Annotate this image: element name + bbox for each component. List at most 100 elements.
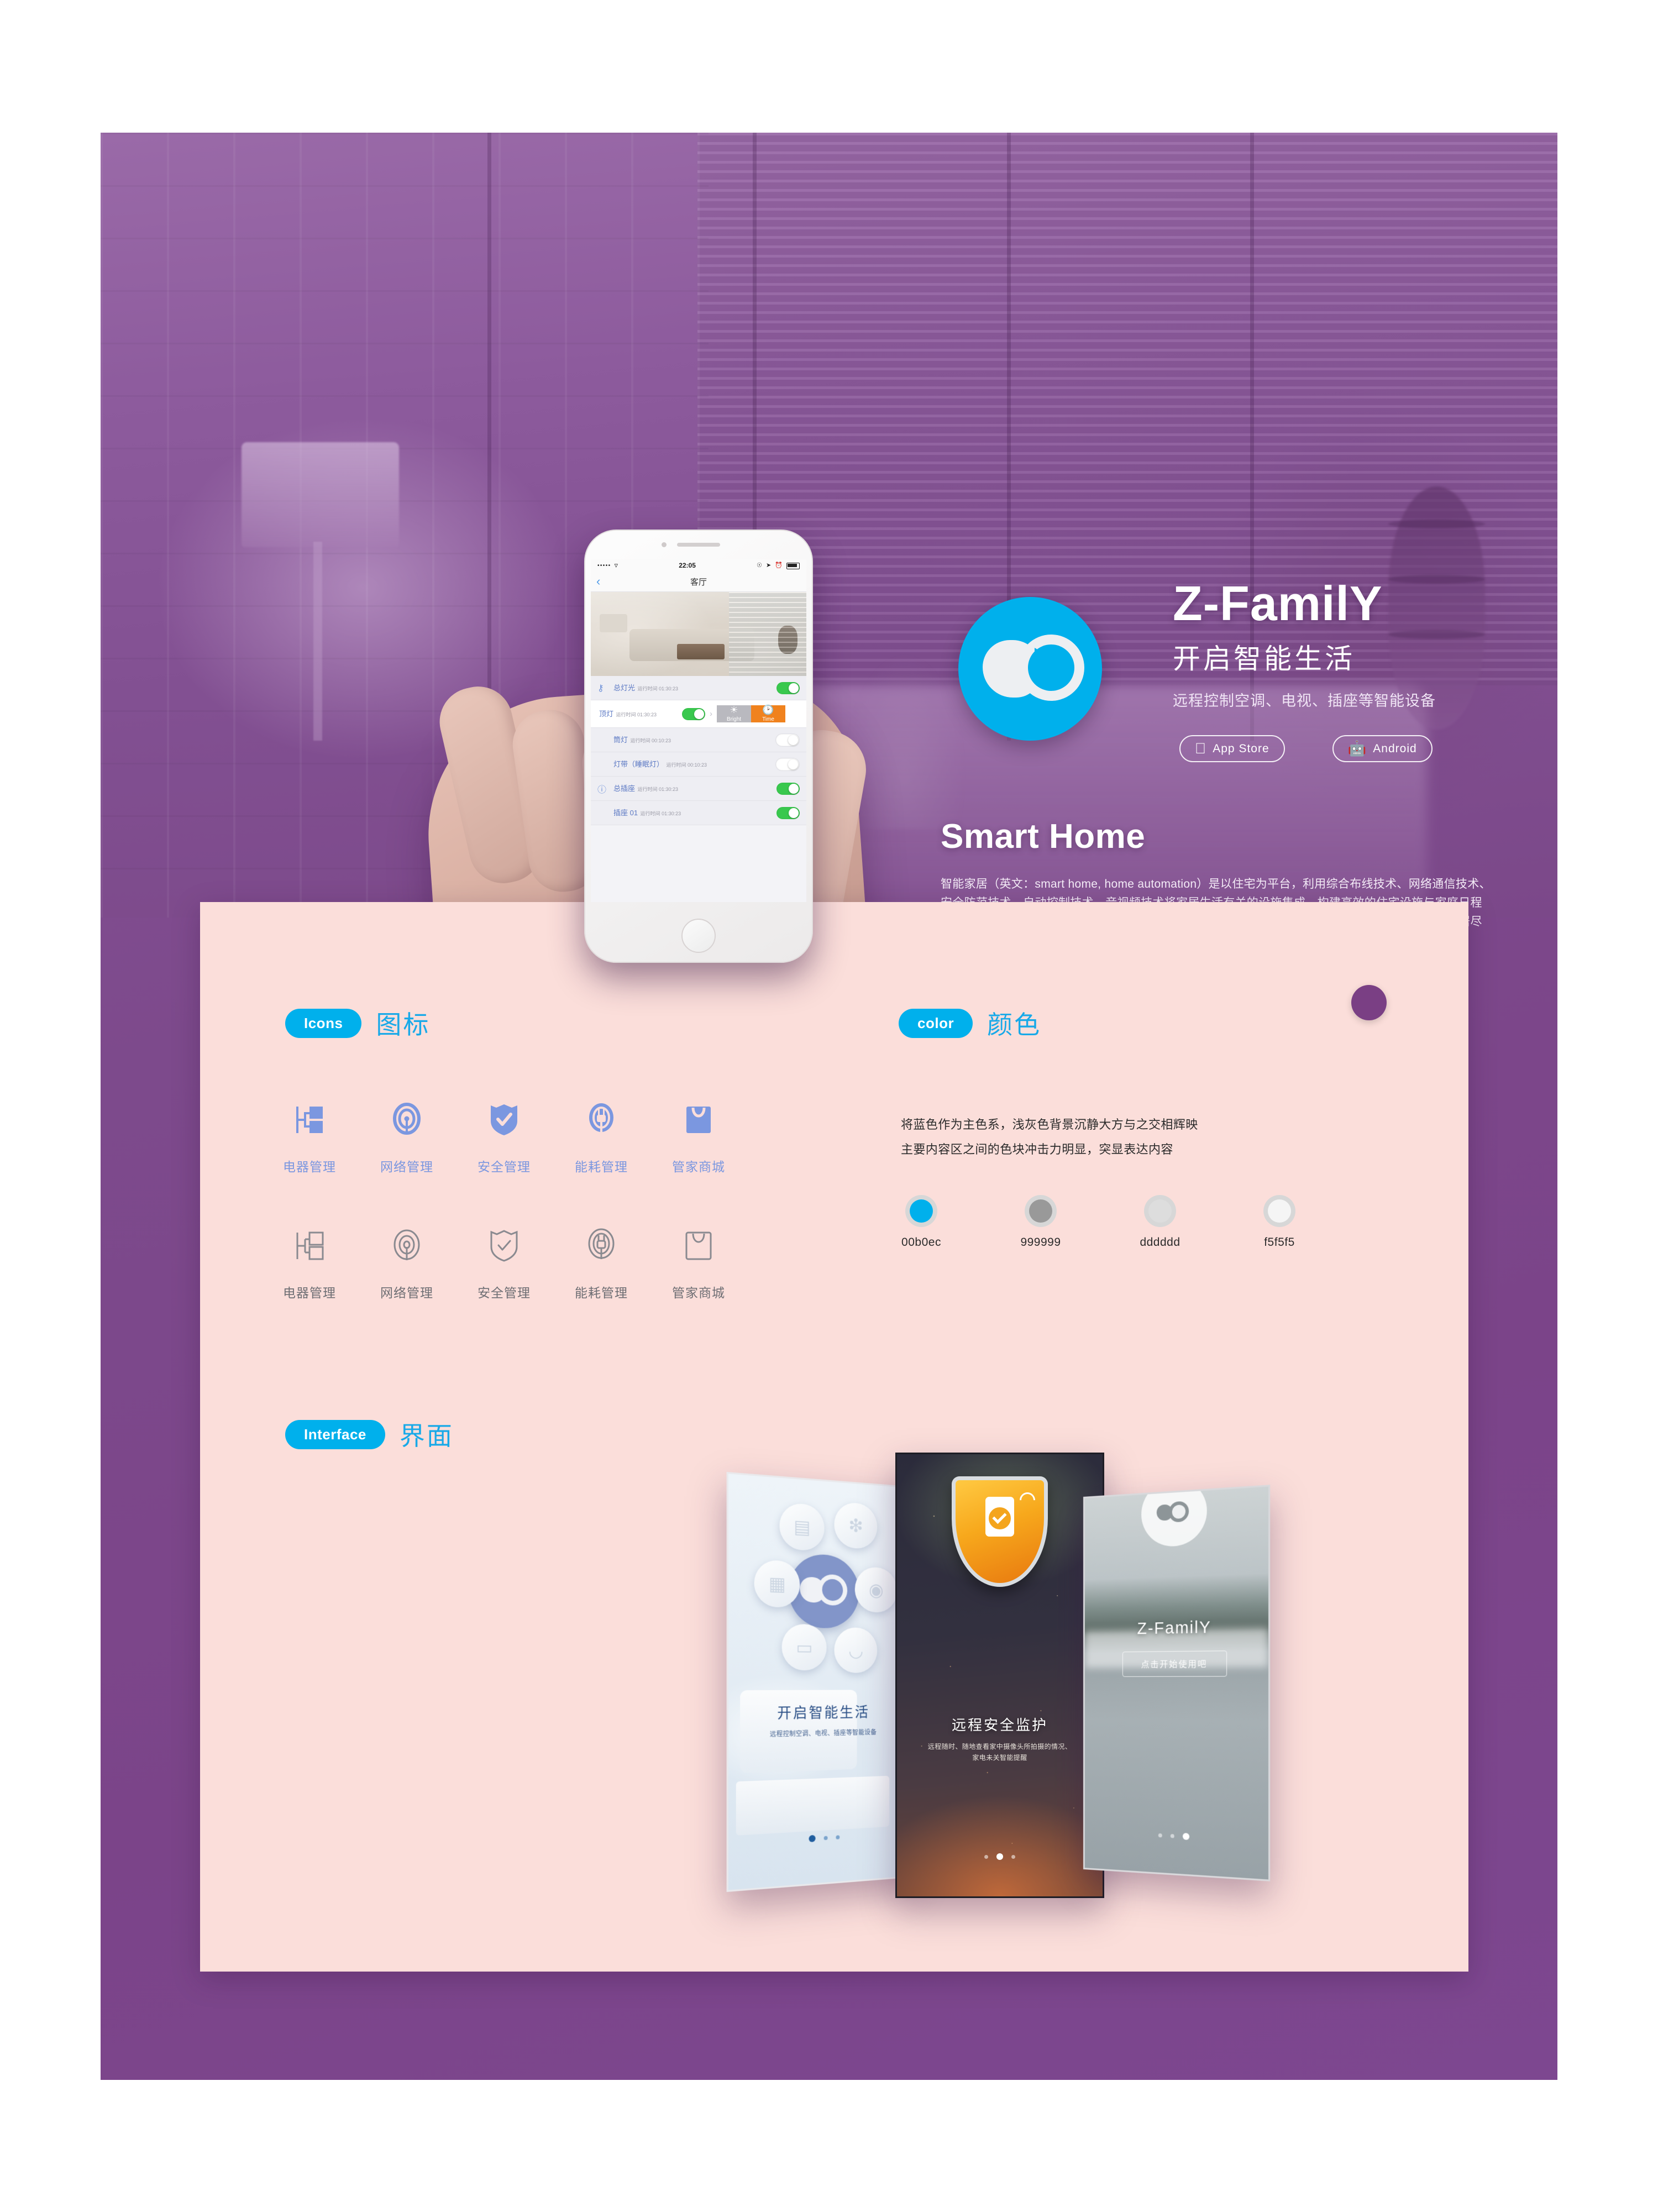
- logo-icon: [1156, 1500, 1191, 1526]
- swatch[interactable]: 999999: [1018, 1195, 1063, 1249]
- appliance-tree-icon: [261, 1094, 358, 1145]
- icon-cell-shop[interactable]: 管家商城: [650, 1094, 747, 1175]
- mockup-screen-right[interactable]: Z-FamilY 点击开始使用吧: [1083, 1485, 1271, 1881]
- brand-name: Z-FamilY: [1173, 576, 1383, 631]
- icons-cn-heading: 图标: [376, 1010, 431, 1039]
- floor-lamp-stem: [313, 542, 322, 741]
- center-caption: 远程安全监护 远程随时、随地查看家中摄像头所拍摄的情况、 家电未关智能提醒: [897, 1714, 1103, 1764]
- icon-label: 能耗管理: [575, 1160, 628, 1174]
- device-runtime: 运行时间 01:30:23: [637, 786, 679, 792]
- mockup-screen-left[interactable]: ▤ ❇ ▦ ◉ ▭ ◡ 开启智能生活 远程控制空调、电视、插座等智能设备: [726, 1471, 915, 1893]
- icon-label: 电器管理: [283, 1160, 336, 1174]
- page-dot-active[interactable]: [1182, 1833, 1190, 1841]
- phone-speaker: [677, 543, 720, 547]
- bright-action-button[interactable]: ☀ Bright: [717, 705, 751, 722]
- shield-check-icon: [455, 1094, 553, 1145]
- page-dot[interactable]: [984, 1854, 988, 1859]
- page-dot-active[interactable]: [996, 1853, 1003, 1860]
- swatch-color: [1029, 1199, 1052, 1223]
- swatch-color: [910, 1199, 933, 1223]
- color-desc-line1: 将蓝色作为主色系，浅灰色背景沉静大方与之交相辉映: [901, 1118, 1198, 1131]
- swatch-ring: [1144, 1195, 1176, 1227]
- icon-cell-network-outline[interactable]: 网络管理: [358, 1220, 455, 1301]
- device-name: 总灯光: [613, 683, 636, 692]
- left-caption: 开启智能生活 远程控制空调、电视、插座等智能设备: [728, 1701, 914, 1739]
- android-icon: 🤖: [1336, 740, 1367, 757]
- sun-icon: ☀: [730, 705, 738, 715]
- swatch-ring: [905, 1195, 937, 1227]
- status-bar: ••••• ▿ 22:05 ☉ ➤ ⏰: [591, 559, 806, 572]
- device-toggle[interactable]: [776, 782, 800, 795]
- appstore-badge[interactable]:  App Store: [1179, 735, 1285, 762]
- swatch[interactable]: 00b0ec: [899, 1195, 944, 1249]
- start-using-button[interactable]: 点击开始使用吧: [1122, 1650, 1227, 1677]
- device-runtime: 运行时间 01:30:23: [637, 685, 679, 691]
- floor-lamp-shade: [242, 442, 399, 547]
- interface-pill: Interface: [285, 1419, 385, 1449]
- back-button[interactable]: ‹: [596, 575, 600, 588]
- brand-subtitle: 远程控制空调、电视、插座等智能设备: [1173, 693, 1436, 709]
- right-title: Z-FamilY: [1137, 1618, 1211, 1638]
- page-dot[interactable]: [836, 1834, 840, 1839]
- swatch[interactable]: dddddd: [1137, 1195, 1183, 1249]
- android-badge[interactable]: 🤖 Android: [1332, 735, 1433, 762]
- device-toggle[interactable]: [776, 806, 800, 819]
- device-row[interactable]: ⚷ 总灯光 运行时间 01:30:23: [591, 676, 806, 700]
- icon-cell-energy-outline[interactable]: 能耗管理: [553, 1220, 650, 1301]
- icon-cell-security-outline[interactable]: 安全管理: [455, 1220, 553, 1301]
- bright-label: Bright: [726, 716, 742, 722]
- network-signal-icon: [358, 1094, 455, 1145]
- room-title: 客厅: [690, 577, 707, 587]
- icons-section-header: Icons 图标: [285, 1005, 430, 1041]
- interface-mockups: ▤ ❇ ▦ ◉ ▭ ◡ 开启智能生活 远程控制空调、电视、插座等智能设备 远程安…: [686, 1444, 1460, 1941]
- page-dot-active[interactable]: [809, 1834, 816, 1843]
- device-row[interactable]: 灯带（睡眠灯） 运行时间 00:10:23: [591, 752, 806, 777]
- store-badges:  App Store 🤖 Android: [1179, 735, 1433, 762]
- shop-bag-icon: [650, 1220, 747, 1271]
- vase-ring: [1388, 520, 1485, 528]
- swatch-ring: [1025, 1195, 1057, 1227]
- bulb-icon: ⚷: [597, 683, 604, 693]
- center-page-dots: [897, 1853, 1103, 1860]
- room-vase: [778, 625, 798, 654]
- device-row[interactable]: ⓘ 总插座 运行时间 01:30:23: [591, 777, 806, 801]
- swatch-color: [1268, 1199, 1291, 1223]
- page-dot[interactable]: [823, 1836, 828, 1840]
- icon-cell-appliance-outline[interactable]: 电器管理: [261, 1220, 358, 1301]
- icon-label: 管家商城: [672, 1286, 725, 1300]
- icon-cell-appliance[interactable]: 电器管理: [261, 1094, 358, 1175]
- device-row[interactable]: 插座 01 运行时间 01:30:23: [591, 801, 806, 825]
- device-toggle[interactable]: [775, 757, 800, 771]
- time-action-button[interactable]: 🕑 Time: [751, 705, 785, 722]
- device-name: 顶灯: [599, 709, 614, 718]
- mockup-screen-center[interactable]: 远程安全监护 远程随时、随地查看家中摄像头所拍摄的情况、 家电未关智能提醒: [895, 1453, 1104, 1898]
- icon-label: 安全管理: [478, 1160, 531, 1174]
- swatch-label: f5f5f5: [1264, 1236, 1295, 1249]
- device-name: 插座 01: [613, 808, 638, 817]
- swatch[interactable]: f5f5f5: [1257, 1195, 1302, 1249]
- icon-cell-network[interactable]: 网络管理: [358, 1094, 455, 1175]
- shop-bag-icon: [650, 1094, 747, 1145]
- column-line: [487, 133, 491, 741]
- device-runtime: 运行时间 00:10:23: [666, 762, 707, 768]
- shield-signal-wave: [1016, 1489, 1038, 1511]
- device-toggle[interactable]: [775, 733, 800, 747]
- icon-cell-security[interactable]: 安全管理: [455, 1094, 553, 1175]
- icon-cell-shop-outline[interactable]: 管家商城: [650, 1220, 747, 1301]
- phone-home-button[interactable]: [681, 919, 716, 953]
- socket-icon: ⓘ: [597, 785, 607, 795]
- spec-panel: Icons 图标 color 颜色 电器管理 网络管理 安全管理 能耗管理 管家…: [200, 902, 1468, 1972]
- color-desc-line2: 主要内容区之间的色块冲击力明显，突显表达内容: [901, 1142, 1173, 1157]
- interface-section-header: Interface 界面: [285, 1416, 454, 1453]
- page-dot[interactable]: [1170, 1833, 1174, 1838]
- device-row-expanded[interactable]: 顶灯 运行时间 01:30:23 › ☀ Bright 🕑 Time: [591, 700, 806, 728]
- center-title: 远程安全监护: [951, 1717, 1048, 1733]
- page-dot[interactable]: [1158, 1833, 1162, 1837]
- device-toggle[interactable]: [776, 682, 800, 694]
- device-toggle[interactable]: [682, 707, 705, 720]
- device-row[interactable]: 筒灯 运行时间 00:10:23: [591, 728, 806, 752]
- appliance-tree-icon: [261, 1220, 358, 1271]
- device-runtime: 运行时间 01:30:23: [640, 810, 681, 816]
- page-dot[interactable]: [1011, 1854, 1015, 1859]
- icon-cell-energy[interactable]: 能耗管理: [553, 1094, 650, 1175]
